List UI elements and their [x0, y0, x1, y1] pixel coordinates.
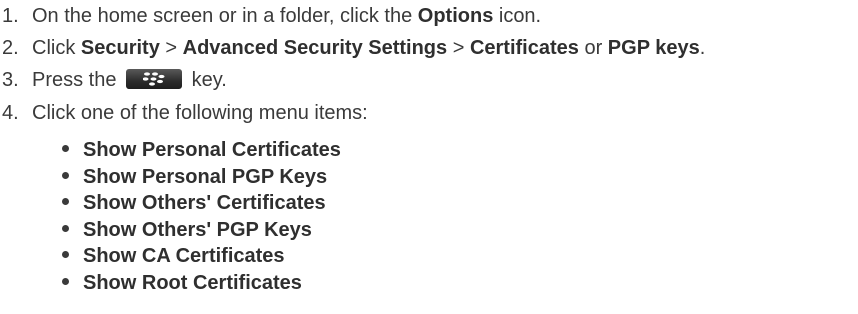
certificates-label: Certificates — [469, 37, 579, 59]
step-text: key. — [186, 69, 227, 91]
options-label: Options — [417, 5, 494, 27]
step-2: 2. Click Security > Advanced Security Set… — [0, 34, 705, 62]
bullet-icon — [62, 145, 69, 153]
list-item: Show Personal Certificates — [62, 137, 341, 164]
list-item: Show Others' Certificates — [62, 190, 341, 217]
step-3: 3. Press the key. — [0, 66, 227, 94]
bullet-icon — [62, 277, 69, 285]
menu-item-label: Show Others' Certificates — [83, 192, 326, 214]
step-number: 2. — [2, 37, 19, 59]
menu-item-label: Show Personal Certificates — [83, 139, 341, 161]
blackberry-menu-key-icon — [126, 68, 183, 89]
bullet-icon — [62, 198, 69, 206]
step-text: icon. — [493, 5, 542, 27]
step-text: On the home screen or in a folder, click… — [32, 5, 418, 27]
step-text: Press the — [32, 69, 123, 91]
list-item: Show CA Certificates — [62, 243, 341, 270]
step-text: . — [699, 37, 706, 59]
bullet-icon — [62, 224, 69, 232]
menu-item-label: Show Others' PGP Keys — [83, 218, 312, 241]
security-label: Security — [80, 37, 160, 59]
menu-item-label: Show Root Certificates — [83, 271, 302, 294]
separator: > — [447, 37, 470, 59]
step-number: 3. — [2, 69, 19, 91]
step-number: 4. — [2, 102, 19, 124]
menu-item-label: Show CA Certificates — [83, 245, 285, 267]
separator: > — [159, 37, 183, 59]
step-text: or — [578, 37, 608, 59]
step-text: Click — [32, 37, 81, 59]
pgp-keys-label: PGP keys — [607, 37, 700, 59]
list-item: Show Root Certificates — [62, 270, 341, 297]
step-text: Click one of the following menu items: — [32, 102, 368, 124]
advanced-security-settings-label: Advanced Security Settings — [182, 37, 448, 59]
list-item: Show Others' PGP Keys — [62, 217, 341, 244]
menu-item-label: Show Personal PGP Keys — [83, 165, 328, 188]
bullet-icon — [62, 171, 69, 179]
step-1: 1. On the home screen or in a folder, cli… — [0, 2, 541, 30]
list-item: Show Personal PGP Keys — [62, 164, 341, 191]
instruction-list: 1. On the home screen or in a folder, cli… — [0, 0, 858, 314]
step-4: 4. Click one of the following menu items: — [0, 99, 368, 127]
bullet-icon — [62, 251, 69, 259]
menu-items-list: Show Personal Certificates Show Personal… — [62, 137, 341, 296]
step-number: 1. — [2, 5, 19, 27]
